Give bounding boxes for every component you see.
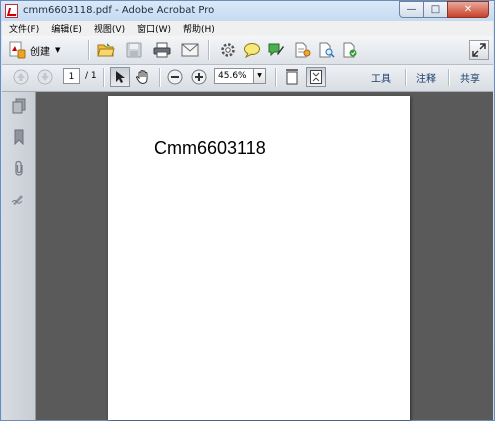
toolbar-separator [103, 68, 105, 87]
sign-pen-icon [268, 43, 284, 57]
bookmarks-button[interactable] [10, 128, 28, 146]
toolbar-separator [448, 69, 450, 86]
fit-width-icon [286, 69, 298, 85]
pdf-page: Cmm6603118 [108, 96, 410, 420]
create-dropdown-icon: ▼ [55, 46, 61, 54]
toolbar-separator [88, 40, 90, 60]
page-thumbnails-icon [12, 98, 26, 114]
toolbar-separator [405, 69, 407, 86]
next-page-button[interactable] [36, 68, 54, 86]
open-button[interactable] [96, 40, 116, 60]
arrow-up-circle-icon [13, 69, 29, 85]
hand-icon [135, 69, 148, 85]
zoom-value: 45.6% [218, 71, 247, 81]
toolbar-separator [208, 40, 210, 60]
print-button[interactable] [152, 40, 172, 60]
menu-edit[interactable]: 编辑(E) [44, 22, 87, 35]
minus-circle-icon [167, 69, 183, 85]
gear-icon [221, 43, 235, 57]
close-button[interactable]: ✕ [447, 1, 489, 18]
envelope-icon [181, 43, 199, 57]
navigation-toolbar: 1 / 1 45.6% ▼ 工具 注释 共享 [2, 65, 493, 92]
open-folder-icon [97, 43, 115, 57]
minimize-button[interactable]: — [399, 1, 424, 18]
page-count: / 1 [85, 71, 97, 81]
paperclip-icon [15, 160, 23, 176]
menu-help[interactable]: 帮助(H) [176, 22, 220, 35]
zoom-in-button[interactable] [190, 68, 208, 86]
review-button[interactable] [292, 40, 312, 60]
create-button[interactable]: 创建 ▼ [8, 41, 60, 59]
sign-button[interactable] [266, 40, 286, 60]
save-button[interactable] [124, 40, 144, 60]
speech-bubble-icon [244, 43, 260, 58]
select-tool-button[interactable] [110, 67, 130, 87]
pdf-file-icon [5, 4, 18, 18]
printer-icon [153, 42, 171, 58]
menu-file[interactable]: 文件(F) [2, 22, 44, 35]
tracker-button[interactable] [316, 40, 336, 60]
window-title: cmm6603118.pdf - Adobe Acrobat Pro [23, 5, 215, 16]
export-button[interactable] [340, 40, 360, 60]
tools-link[interactable]: 工具 [371, 70, 391, 85]
signatures-button[interactable] [10, 190, 28, 208]
acrobat-window: cmm6603118.pdf - Adobe Acrobat Pro — □ ✕… [0, 0, 495, 421]
document-viewport[interactable]: Cmm6603118 [36, 92, 493, 420]
comment-link[interactable]: 注释 [416, 70, 436, 85]
email-button[interactable] [180, 40, 200, 60]
comment-button[interactable] [242, 40, 262, 60]
cursor-arrow-icon [116, 71, 125, 83]
fit-page-icon [310, 70, 322, 84]
main-toolbar: 创建 ▼ [2, 36, 493, 65]
page-thumbnails-button[interactable] [10, 97, 28, 115]
document-export-icon [343, 42, 357, 58]
fit-width-button[interactable] [283, 68, 301, 86]
bookmark-icon [14, 129, 24, 145]
menu-window[interactable]: 窗口(W) [130, 22, 176, 35]
settings-button[interactable] [218, 40, 238, 60]
fullscreen-button[interactable] [469, 40, 489, 60]
toolbar-separator [159, 68, 161, 87]
chevron-down-icon[interactable]: ▼ [253, 69, 265, 83]
page-number-input[interactable]: 1 [63, 68, 80, 84]
attachments-button[interactable] [10, 159, 28, 177]
create-pdf-icon [9, 41, 26, 59]
signature-pen-icon [11, 195, 23, 205]
menu-bar: 文件(F) 编辑(E) 视图(V) 窗口(W) 帮助(H) [2, 21, 493, 36]
page-content-text: Cmm6603118 [154, 138, 266, 158]
arrow-down-circle-icon [37, 69, 53, 85]
save-disk-icon [126, 42, 142, 58]
document-search-icon [319, 42, 335, 58]
fit-page-button[interactable] [306, 67, 326, 87]
create-label: 创建 [30, 46, 50, 58]
title-bar: cmm6603118.pdf - Adobe Acrobat Pro — □ ✕ [1, 1, 494, 21]
maximize-button[interactable]: □ [423, 1, 448, 18]
zoom-out-button[interactable] [166, 68, 184, 86]
navigation-pane [2, 92, 36, 420]
menu-view[interactable]: 视图(V) [87, 22, 130, 35]
window-controls: — □ ✕ [399, 1, 489, 19]
document-review-icon [295, 42, 311, 58]
previous-page-button[interactable] [12, 68, 30, 86]
expand-arrows-icon [472, 43, 486, 57]
share-link[interactable]: 共享 [460, 70, 480, 85]
toolbar-separator [275, 68, 277, 87]
zoom-level-select[interactable]: 45.6% ▼ [214, 68, 266, 84]
plus-circle-icon [191, 69, 207, 85]
hand-tool-button[interactable] [133, 67, 153, 87]
